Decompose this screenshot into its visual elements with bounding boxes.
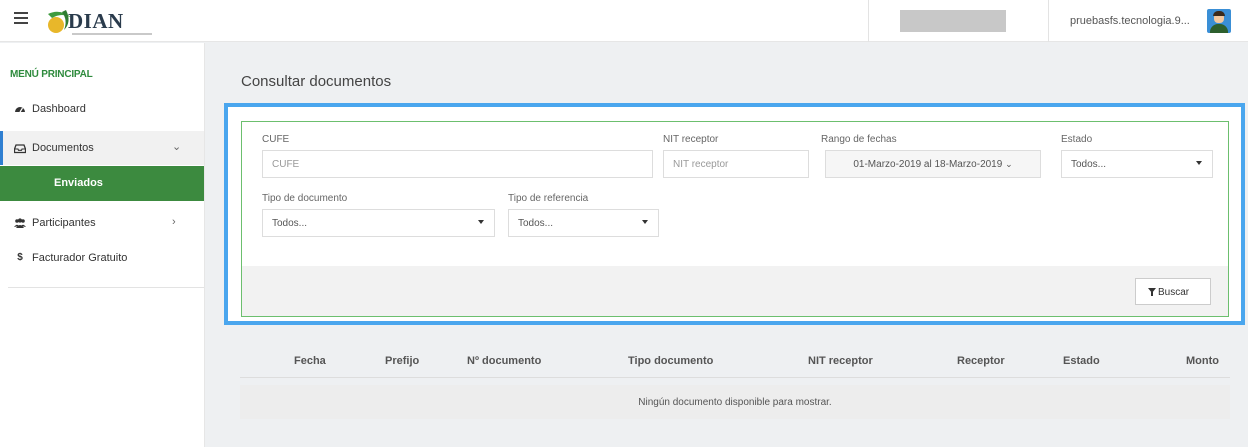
page-title: Consultar documentos [241, 73, 392, 90]
sidebar-divider [8, 287, 204, 288]
tipo-referencia-label: Tipo de referencia [508, 193, 589, 204]
sidebar-item-label: Documentos [32, 142, 94, 154]
estado-label: Estado [1061, 134, 1093, 145]
redacted-box [900, 10, 1006, 32]
estado-value: Todos... [1071, 159, 1107, 170]
sidebar-item-enviados[interactable]: Enviados [0, 166, 204, 201]
cufe-input[interactable]: CUFE [262, 150, 653, 178]
top-bar: DIAN pruebasfs.tecnologia.9... [0, 0, 1248, 42]
date-range-value: 01-Marzo-2019 al 18-Marzo-2019 [853, 159, 1003, 170]
tipo-referencia-select[interactable]: Todos... [508, 209, 659, 237]
caret-down-icon [1196, 161, 1202, 165]
filter-footer [242, 266, 1228, 316]
tipo-referencia-value: Todos... [518, 218, 554, 229]
sidebar-item-label: Participantes [32, 217, 96, 229]
caret-down-icon [642, 220, 648, 224]
column-header-nit-receptor[interactable]: NIT receptor [808, 355, 873, 367]
column-header-numero-documento[interactable]: Nº documento [467, 355, 541, 367]
top-divider [868, 0, 869, 42]
tipo-documento-select[interactable]: Todos... [262, 209, 495, 237]
sidebar-item-participantes[interactable]: Participantes › [0, 206, 204, 240]
sidebar-item-label: Enviados [54, 177, 103, 189]
users-icon [14, 218, 26, 228]
sidebar-item-documentos[interactable]: Documentos ⌄ [0, 131, 204, 165]
column-header-prefijo[interactable]: Prefijo [385, 355, 419, 367]
column-header-tipo-documento[interactable]: Tipo documento [628, 355, 713, 367]
chevron-right-icon: › [172, 216, 176, 228]
sidebar-item-facturador-gratuito[interactable]: $ Facturador Gratuito [0, 241, 204, 275]
column-header-receptor[interactable]: Receptor [957, 355, 1005, 367]
tipo-documento-label: Tipo de documento [262, 193, 348, 204]
empty-table-message: Ningún documento disponible para mostrar… [240, 385, 1230, 419]
column-header-monto[interactable]: Monto [1186, 355, 1219, 367]
avatar[interactable] [1207, 9, 1231, 33]
chevron-down-icon: ⌄ [172, 141, 182, 153]
buscar-label: Buscar [1158, 287, 1190, 298]
nit-receptor-label: NIT receptor [663, 134, 719, 145]
brand-subtitle-line [72, 33, 152, 35]
caret-down-icon [478, 220, 484, 224]
column-header-estado[interactable]: Estado [1063, 355, 1100, 367]
chevron-down-icon: ⌄ [1005, 159, 1013, 169]
table-header-divider [240, 377, 1230, 378]
date-range-label: Rango de fechas [821, 134, 897, 145]
user-name[interactable]: pruebasfs.tecnologia.9... [1070, 15, 1190, 27]
date-range-picker[interactable]: 01-Marzo-2019 al 18-Marzo-2019 ⌄ [825, 150, 1041, 178]
dollar-icon: $ [17, 252, 23, 263]
filter-panel-focus: CUFE CUFE NIT receptor NIT receptor Rang… [224, 103, 1245, 325]
dashboard-icon [15, 107, 25, 113]
estado-select[interactable]: Todos... [1061, 150, 1213, 178]
sidebar-item-label: Dashboard [32, 103, 86, 115]
hamburger-menu-icon[interactable] [14, 12, 28, 26]
tipo-documento-value: Todos... [272, 218, 308, 229]
inbox-icon [14, 144, 26, 154]
sidebar: MENÚ PRINCIPAL Dashboard Documentos ⌄ En… [0, 43, 205, 447]
buscar-button[interactable]: Buscar [1135, 278, 1211, 305]
filter-panel: CUFE CUFE NIT receptor NIT receptor Rang… [241, 121, 1229, 317]
cufe-label: CUFE [262, 134, 290, 145]
filter-icon-stem [1151, 292, 1153, 296]
brand-text: DIAN [68, 9, 124, 33]
dian-logo[interactable]: DIAN [42, 6, 162, 38]
sidebar-item-label: Facturador Gratuito [32, 252, 128, 264]
column-header-fecha[interactable]: Fecha [294, 355, 326, 367]
top-divider [1048, 0, 1049, 42]
nit-receptor-input[interactable]: NIT receptor [663, 150, 809, 178]
menu-title: MENÚ PRINCIPAL [10, 69, 93, 80]
sidebar-item-dashboard[interactable]: Dashboard [0, 92, 204, 126]
